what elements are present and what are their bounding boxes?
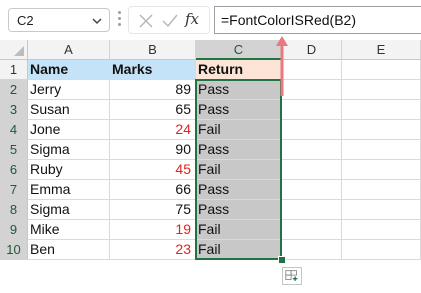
name-box[interactable]: C2 bbox=[8, 8, 110, 32]
cell-a2[interactable]: Jerry bbox=[28, 80, 110, 100]
cell-d4[interactable] bbox=[282, 120, 342, 140]
row-header-5[interactable]: 5 bbox=[0, 140, 28, 160]
row-header-2[interactable]: 2 bbox=[0, 80, 28, 100]
cell-e6[interactable] bbox=[342, 160, 421, 180]
row-header-6[interactable]: 6 bbox=[0, 160, 28, 180]
cell-b2[interactable]: 89 bbox=[110, 80, 196, 100]
cell-b3[interactable]: 65 bbox=[110, 100, 196, 120]
chevron-down-icon[interactable] bbox=[90, 14, 104, 28]
cell-c2[interactable]: Pass bbox=[196, 80, 282, 100]
cell-d5[interactable] bbox=[282, 140, 342, 160]
cell-c5[interactable]: Pass bbox=[196, 140, 282, 160]
cell-a3[interactable]: Susan bbox=[28, 100, 110, 120]
row-header-9[interactable]: 9 bbox=[0, 220, 28, 240]
cell-a6[interactable]: Ruby bbox=[28, 160, 110, 180]
quick-analysis-icon bbox=[285, 270, 298, 281]
cell-d1[interactable] bbox=[282, 60, 342, 80]
column-header-d[interactable]: D bbox=[282, 40, 342, 60]
name-box-value: C2 bbox=[17, 13, 34, 28]
cell-b4[interactable]: 24 bbox=[110, 120, 196, 140]
quick-analysis-button[interactable] bbox=[282, 267, 302, 285]
drag-handle[interactable] bbox=[118, 8, 121, 32]
annotation-arrow-icon bbox=[276, 36, 288, 96]
cell-c3[interactable]: Pass bbox=[196, 100, 282, 120]
cell-d2[interactable] bbox=[282, 80, 342, 100]
row-header-4[interactable]: 4 bbox=[0, 120, 28, 140]
row-header-10[interactable]: 10 bbox=[0, 240, 28, 260]
row-header-1[interactable]: 1 bbox=[0, 60, 28, 80]
check-icon[interactable] bbox=[161, 12, 179, 30]
cell-e1[interactable] bbox=[342, 60, 421, 80]
cell-b1[interactable]: Marks bbox=[110, 60, 196, 80]
cell-a5[interactable]: Sigma bbox=[28, 140, 110, 160]
cell-e10[interactable] bbox=[342, 240, 421, 260]
select-all-corner[interactable] bbox=[0, 40, 28, 60]
cancel-icon[interactable] bbox=[137, 12, 155, 30]
cell-d6[interactable] bbox=[282, 160, 342, 180]
cell-d3[interactable] bbox=[282, 100, 342, 120]
cell-e8[interactable] bbox=[342, 200, 421, 220]
cell-c9[interactable]: Fail bbox=[196, 220, 282, 240]
column-header-b[interactable]: B bbox=[110, 40, 196, 60]
cell-a1[interactable]: Name bbox=[28, 60, 110, 80]
cell-a9[interactable]: Mike bbox=[28, 220, 110, 240]
cell-b5[interactable]: 90 bbox=[110, 140, 196, 160]
cell-b8[interactable]: 75 bbox=[110, 200, 196, 220]
cell-c1[interactable]: Return bbox=[196, 60, 282, 80]
row-header-7[interactable]: 7 bbox=[0, 180, 28, 200]
column-header-a[interactable]: A bbox=[28, 40, 110, 60]
formula-bar: C2 fx =FontColorISRed(B2) bbox=[0, 0, 421, 38]
fill-handle[interactable] bbox=[278, 256, 286, 264]
cell-a10[interactable]: Ben bbox=[28, 240, 110, 260]
formula-text: =FontColorISRed(B2) bbox=[221, 12, 357, 28]
cell-a7[interactable]: Emma bbox=[28, 180, 110, 200]
cell-c4[interactable]: Fail bbox=[196, 120, 282, 140]
formula-buttons: fx bbox=[128, 6, 210, 34]
cell-c6[interactable]: Fail bbox=[196, 160, 282, 180]
cell-e5[interactable] bbox=[342, 140, 421, 160]
row-header-3[interactable]: 3 bbox=[0, 100, 28, 120]
row-header-8[interactable]: 8 bbox=[0, 200, 28, 220]
cell-c7[interactable]: Pass bbox=[196, 180, 282, 200]
cell-e3[interactable] bbox=[342, 100, 421, 120]
formula-input[interactable]: =FontColorISRed(B2) bbox=[214, 6, 421, 34]
column-header-e[interactable]: E bbox=[342, 40, 421, 60]
cell-d10[interactable] bbox=[282, 240, 342, 260]
cell-b9[interactable]: 19 bbox=[110, 220, 196, 240]
cell-e7[interactable] bbox=[342, 180, 421, 200]
cell-b10[interactable]: 23 bbox=[110, 240, 196, 260]
cell-d7[interactable] bbox=[282, 180, 342, 200]
cell-a8[interactable]: Sigma bbox=[28, 200, 110, 220]
cell-e9[interactable] bbox=[342, 220, 421, 240]
cell-b6[interactable]: 45 bbox=[110, 160, 196, 180]
cell-d8[interactable] bbox=[282, 200, 342, 220]
cell-c10[interactable]: Fail bbox=[196, 240, 282, 260]
cell-b7[interactable]: 66 bbox=[110, 180, 196, 200]
cell-c8[interactable]: Pass bbox=[196, 200, 282, 220]
insert-function-icon[interactable]: fx bbox=[185, 10, 199, 28]
column-header-c[interactable]: C bbox=[196, 40, 282, 60]
cell-d9[interactable] bbox=[282, 220, 342, 240]
cell-e2[interactable] bbox=[342, 80, 421, 100]
cell-a4[interactable]: Jone bbox=[28, 120, 110, 140]
cell-e4[interactable] bbox=[342, 120, 421, 140]
